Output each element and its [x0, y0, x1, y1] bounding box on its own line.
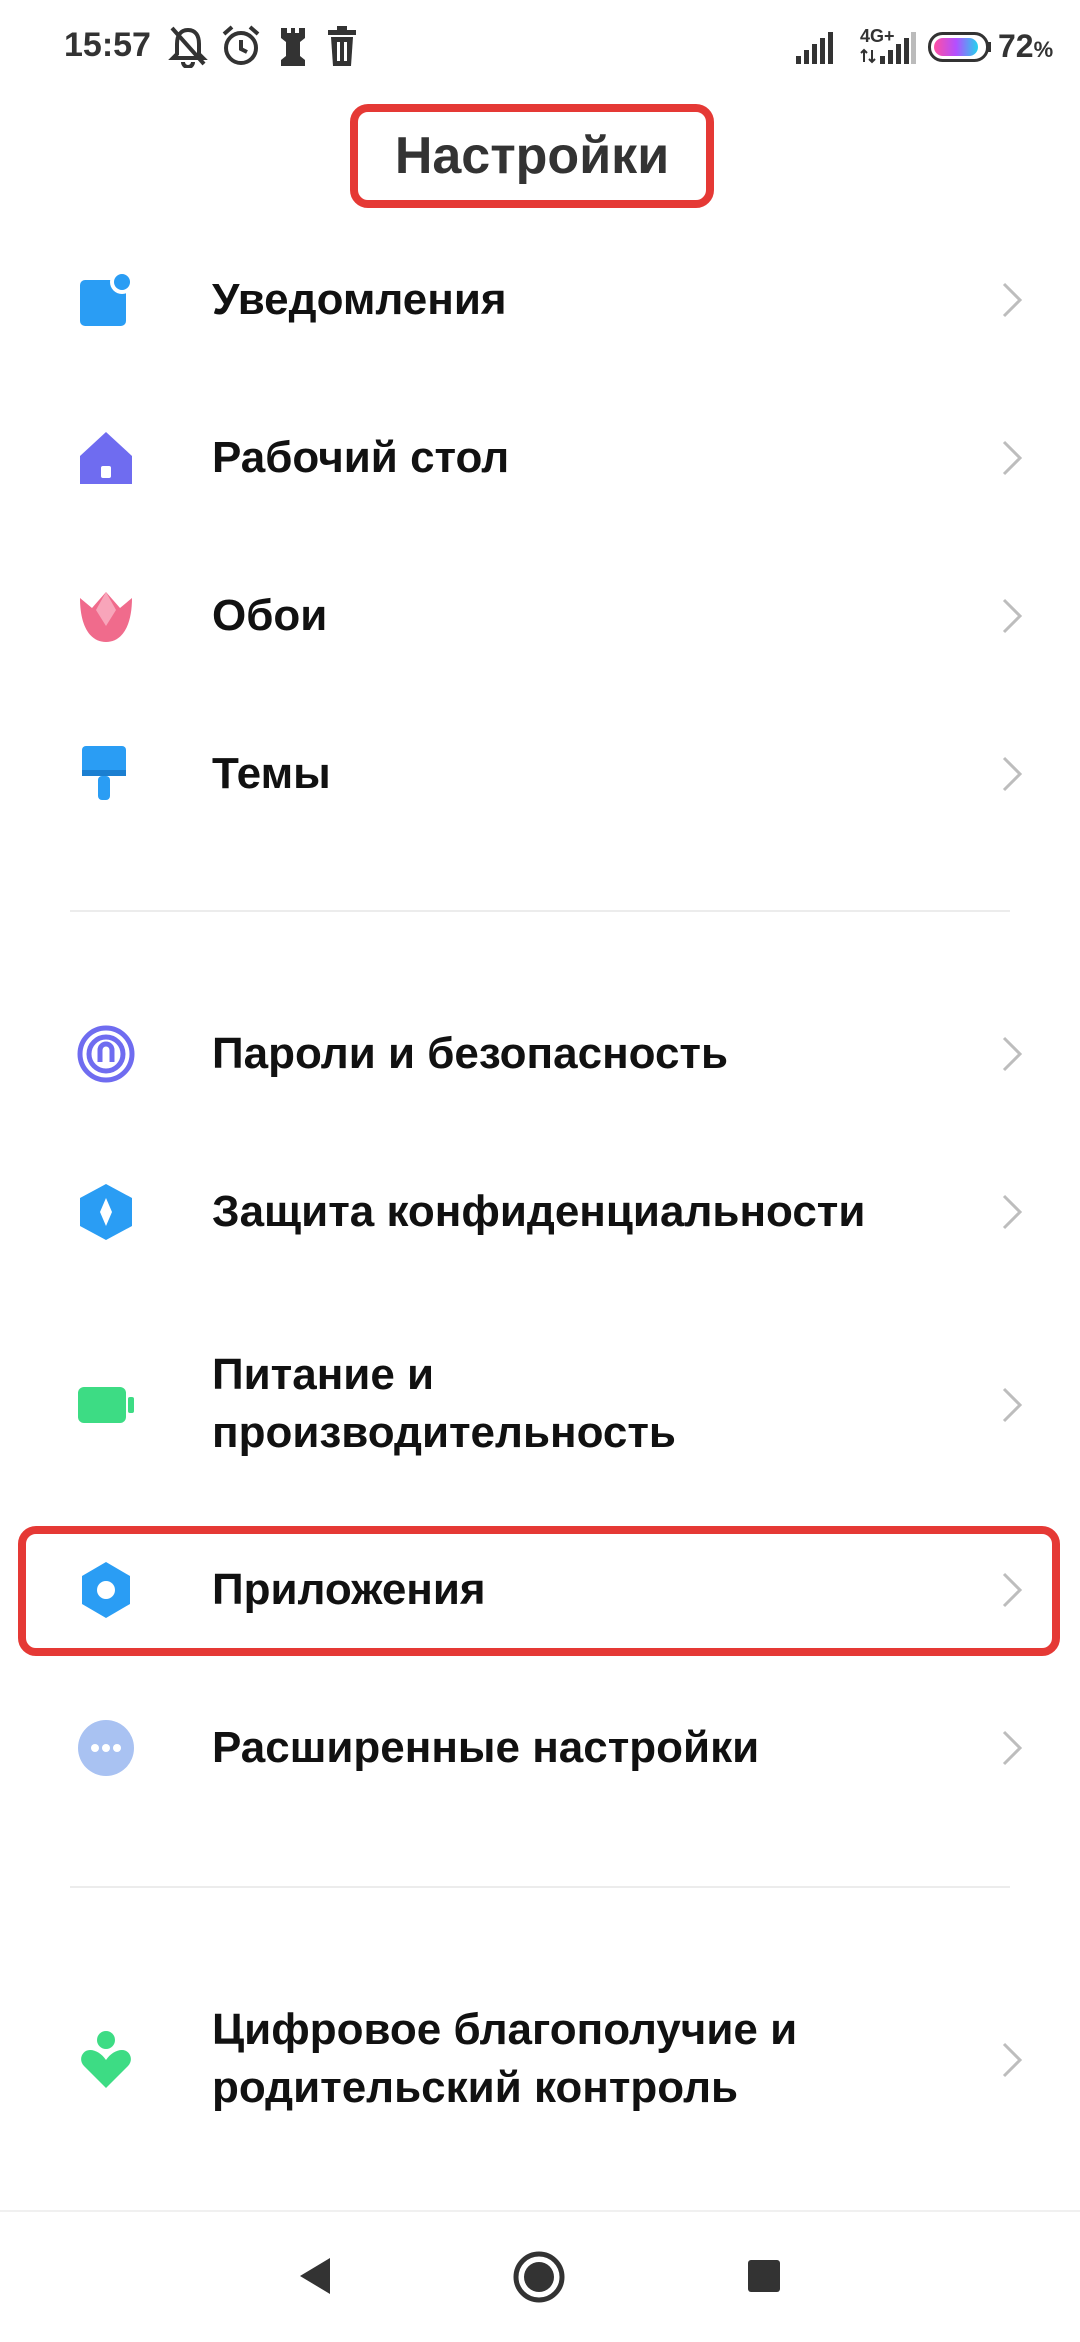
chevron-right-icon: [1002, 1194, 1023, 1230]
battery-icon: [78, 1387, 134, 1423]
battery-status-icon: [928, 32, 991, 62]
battery-percent: 72%: [998, 28, 1054, 64]
chevron-right-icon: [1002, 756, 1023, 792]
paintbrush-icon: [82, 746, 126, 800]
chevron-right-icon: [1002, 1387, 1023, 1423]
notification-icon: [80, 270, 134, 326]
chevron-right-icon: [1002, 1036, 1023, 1072]
settings-item-battery-performance[interactable]: Питание и производительность: [0, 1330, 1080, 1480]
navigation-bar: [0, 2210, 1080, 2342]
chevron-right-icon: [1002, 1730, 1023, 1766]
page-title: Настройки: [350, 104, 714, 208]
trash-icon: [328, 26, 356, 66]
item-label: Уведомления: [212, 275, 507, 324]
recents-button[interactable]: [746, 2258, 782, 2294]
rook-icon: [281, 28, 305, 66]
status-time: 15:57: [64, 26, 151, 64]
settings-item-digital-wellbeing[interactable]: Цифровое благополучие и родительский кон…: [0, 1985, 1080, 2135]
highlight-box-apps: [18, 1526, 1060, 1656]
settings-item-themes[interactable]: Темы: [0, 724, 1080, 824]
settings-item-notifications[interactable]: Уведомления: [0, 250, 1080, 350]
more-icon: [78, 1720, 134, 1776]
item-label: Защита конфиденциальности: [212, 1187, 866, 1236]
item-label: Расширенные настройки: [212, 1723, 760, 1772]
item-label-line2: производительность: [212, 1408, 676, 1457]
privacy-shield-icon: [80, 1184, 132, 1240]
section-divider: [70, 1886, 1010, 1888]
settings-item-advanced[interactable]: Расширенные настройки: [0, 1698, 1080, 1798]
status-bar: 15:57 4G+ 72%: [0, 0, 1080, 96]
fingerprint-icon: [77, 1025, 135, 1083]
chevron-right-icon: [1002, 282, 1023, 318]
settings-item-passwords-security[interactable]: Пароли и безопасность: [0, 1004, 1080, 1104]
item-label-line1: Цифровое благополучие и: [212, 2005, 798, 2054]
settings-item-privacy[interactable]: Защита конфиденциальности: [0, 1162, 1080, 1262]
item-label-line2: родительский контроль: [212, 2063, 739, 2112]
chevron-right-icon: [1002, 2042, 1023, 2078]
chevron-right-icon: [1002, 440, 1023, 476]
home-icon: [80, 432, 132, 484]
item-label: Темы: [212, 749, 331, 798]
item-label: Пароли и безопасность: [212, 1029, 729, 1078]
settings-item-wallpaper[interactable]: Обои: [0, 566, 1080, 666]
tulip-icon: [80, 592, 132, 642]
chevron-right-icon: [1002, 598, 1023, 634]
item-label: Рабочий стол: [212, 433, 510, 482]
item-label-line1: Питание и: [212, 1350, 435, 1399]
back-button[interactable]: [296, 2254, 336, 2298]
wellbeing-icon: [81, 2031, 131, 2088]
section-divider: [70, 910, 1010, 912]
signal-icon-2: [880, 32, 916, 64]
data-arrows-icon: [860, 48, 876, 64]
item-label: Обои: [212, 591, 328, 640]
alarm-icon: [222, 25, 260, 65]
home-button[interactable]: [512, 2250, 566, 2304]
muted-bell-icon: [168, 26, 208, 68]
settings-item-home-screen[interactable]: Рабочий стол: [0, 408, 1080, 508]
signal-icon: [796, 32, 833, 64]
